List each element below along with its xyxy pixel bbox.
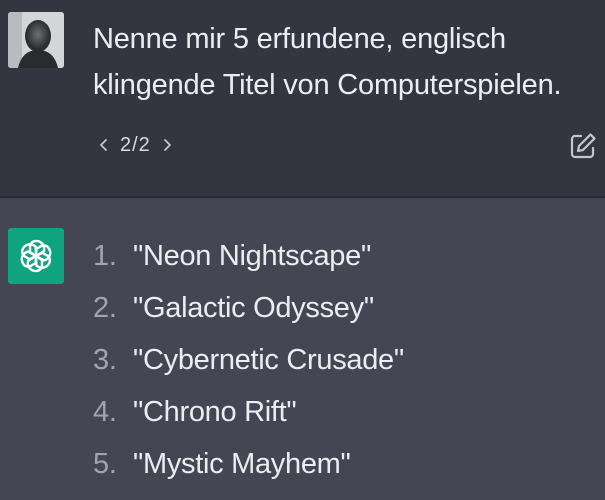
list-item: 4. "Chrono Rift" <box>93 386 404 438</box>
list-item: 1. "Neon Nightscape" <box>93 230 404 282</box>
list-item-title: "Chrono Rift" <box>133 395 297 428</box>
list-item-number: 3. <box>93 343 117 376</box>
avatar-photo-icon <box>8 12 64 68</box>
edit-message-button[interactable] <box>568 131 598 161</box>
user-message: Nenne mir 5 erfundene, englisch klingend… <box>0 0 605 196</box>
list-item: 5. "Mystic Mayhem" <box>93 438 404 490</box>
list-item: 2. "Galactic Odyssey" <box>93 282 404 334</box>
list-item-title: "Galactic Odyssey" <box>133 291 374 324</box>
list-item-number: 4. <box>93 395 117 428</box>
list-item: 3. "Cybernetic Crusade" <box>93 334 404 386</box>
chevron-right-icon[interactable] <box>159 137 175 153</box>
list-item-title: "Cybernetic Crusade" <box>133 343 404 376</box>
list-item-title: "Mystic Mayhem" <box>133 447 351 480</box>
answer-list: 1. "Neon Nightscape" 2. "Galactic Odysse… <box>93 230 404 490</box>
response-pager: 2/2 <box>96 131 175 159</box>
list-item-title: "Neon Nightscape" <box>133 239 371 272</box>
openai-logo-icon <box>8 228 64 284</box>
list-item-number: 1. <box>93 239 117 272</box>
chevron-left-icon[interactable] <box>96 137 112 153</box>
pager-count: 2/2 <box>120 133 151 156</box>
user-avatar <box>8 12 64 68</box>
prompt-text: Nenne mir 5 erfundene, englisch klingend… <box>93 23 562 101</box>
list-item-number: 5. <box>93 447 117 480</box>
edit-icon <box>570 133 596 159</box>
assistant-message: 1. "Neon Nightscape" 2. "Galactic Odysse… <box>0 198 605 500</box>
list-item-number: 2. <box>93 291 117 324</box>
